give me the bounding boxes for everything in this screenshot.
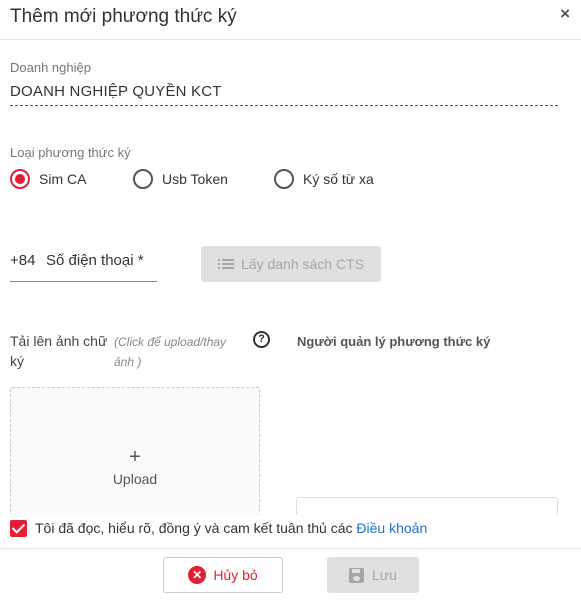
radio-checked-icon	[10, 169, 30, 189]
company-label: Doanh nghiệp	[10, 60, 91, 75]
radio-usb-token[interactable]: Usb Token	[133, 169, 228, 189]
radio-sim-ca[interactable]: Sim CA	[10, 169, 86, 189]
upload-dropzone[interactable]: + Upload	[10, 387, 260, 515]
close-icon[interactable]: ×	[560, 4, 570, 24]
upload-text: Upload	[112, 471, 158, 487]
terms-link[interactable]: Điều khoản	[356, 520, 427, 536]
plus-icon: +	[129, 446, 141, 468]
dialog-header: Thêm mới phương thức ký ×	[0, 0, 581, 40]
sign-method-label: Loại phương thức ký	[10, 145, 131, 160]
terms-statement: Tôi đã đọc, hiểu rõ, đồng ý và cam kết t…	[35, 520, 357, 536]
dialog-title: Thêm mới phương thức ký	[10, 6, 237, 27]
get-cts-list-label: Lấy danh sách CTS	[241, 256, 364, 272]
get-cts-list-button[interactable]: Lấy danh sách CTS	[201, 246, 381, 282]
radio-label: Sim CA	[39, 171, 87, 187]
phone-placeholder: Số điện thoại *	[46, 252, 144, 269]
phone-input[interactable]: +84 Số điện thoại *	[10, 252, 157, 282]
terms-bar: Tôi đã đọc, hiểu rõ, đồng ý và cam kết t…	[0, 515, 581, 549]
cancel-label: Hủy bỏ	[213, 567, 258, 583]
cancel-button[interactable]: ✕ Hủy bỏ	[163, 557, 283, 593]
sign-method-radio-group: Sim CA Usb Token Ký số từ xa	[10, 169, 570, 191]
radio-label: Usb Token	[162, 171, 228, 187]
radio-unchecked-icon	[274, 169, 294, 189]
radio-label: Ký số từ xa	[303, 171, 374, 187]
list-icon	[218, 258, 235, 270]
phone-prefix: +84	[10, 252, 36, 269]
upload-signature-label: Tải lên ảnh chữ ký	[10, 333, 108, 369]
radio-remote-sign[interactable]: Ký số từ xa	[274, 169, 374, 189]
terms-checkbox[interactable]	[10, 520, 27, 537]
terms-text: Tôi đã đọc, hiểu rõ, đồng ý và cam kết t…	[35, 520, 427, 536]
save-icon	[349, 567, 365, 583]
upload-hint: (Click để upload/thay ảnh )	[114, 335, 227, 369]
cancel-circle-icon: ✕	[188, 566, 207, 584]
save-button[interactable]: Lưu	[327, 557, 419, 593]
save-label: Lưu	[372, 567, 397, 583]
manager-label: Người quản lý phương thức ký	[297, 334, 491, 349]
help-icon[interactable]: ?	[253, 331, 270, 348]
company-value: DOANH NGHIỆP QUYỀN KCT	[10, 83, 558, 106]
radio-unchecked-icon	[133, 169, 153, 189]
